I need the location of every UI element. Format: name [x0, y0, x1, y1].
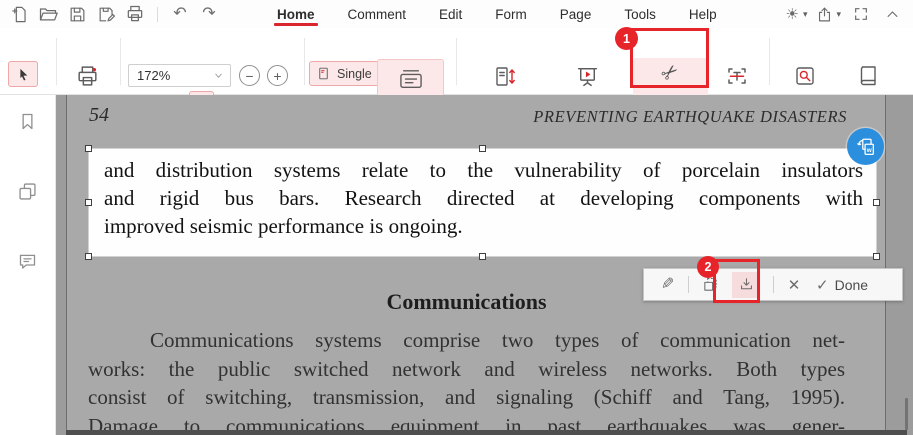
redo-icon[interactable]: ↷	[198, 3, 220, 25]
print-quick-icon[interactable]	[124, 3, 146, 25]
zoom-out-button[interactable]: −	[239, 65, 260, 86]
tab-page[interactable]: Page	[557, 0, 595, 28]
selection-handle-middle-left[interactable]	[85, 198, 92, 206]
document-paragraph: Communications systems comprise two type…	[88, 328, 845, 435]
comments-panel-icon[interactable]	[17, 251, 38, 272]
save-icon[interactable]	[66, 3, 88, 25]
find-icon	[793, 64, 817, 88]
save-as-icon[interactable]	[95, 3, 117, 25]
done-button[interactable]: ✓ Done	[816, 276, 868, 294]
document-body: 54 PREVENTING EARTHQUAKE DISASTERS and d…	[0, 95, 913, 435]
screenshot-selection-area[interactable]: and distribution systems relate to the v…	[85, 145, 880, 260]
slide-show-icon	[575, 64, 600, 89]
divider	[688, 276, 689, 293]
page-number: 54	[89, 104, 109, 126]
annotation-rect-save	[713, 259, 760, 303]
chevron-down-icon	[213, 70, 230, 81]
caret-down-icon: ▾	[836, 8, 841, 19]
snapshot-toolbar: ✎ ✕ ✓ Done	[643, 268, 903, 301]
tab-edit[interactable]: Edit	[436, 0, 465, 28]
selection-handle-top-left[interactable]	[85, 145, 92, 152]
edit-annotation-icon[interactable]: ✎	[658, 276, 678, 293]
divider	[304, 38, 305, 85]
single-page-icon	[316, 65, 331, 82]
divider	[769, 38, 770, 85]
selection-handle-bottom-left[interactable]	[85, 253, 92, 260]
tab-form[interactable]: Form	[492, 0, 530, 28]
menu-bar: ↶ ↷ Home Comment Edit Form Page Tools He…	[0, 0, 913, 28]
caret-down-icon: ▾	[802, 8, 808, 19]
divider	[56, 38, 57, 85]
ocr-icon	[725, 64, 749, 88]
done-label: Done	[834, 276, 869, 293]
zoom-in-button[interactable]: +	[267, 65, 288, 86]
print-icon	[75, 64, 100, 89]
cancel-snapshot-icon[interactable]: ✕	[784, 276, 804, 294]
single-page-view-button[interactable]: Single	[309, 61, 379, 86]
continuous-icon	[396, 68, 426, 90]
selection-handle-top-middle[interactable]	[478, 145, 486, 152]
quick-access-toolbar: ↶ ↷	[8, 0, 220, 28]
page-bottom-edge	[66, 430, 907, 435]
open-file-icon[interactable]	[37, 3, 59, 25]
document-viewer[interactable]: 54 PREVENTING EARTHQUAKE DISASTERS and d…	[56, 95, 913, 435]
collapse-ribbon-icon[interactable]	[881, 3, 903, 25]
convert-to-word-fab[interactable]: w	[847, 128, 884, 165]
divider	[456, 38, 457, 85]
divider	[773, 276, 774, 293]
check-icon: ✓	[816, 276, 829, 294]
menu-tabs: Home Comment Edit Form Page Tools Help	[274, 0, 720, 28]
ribbon-toolbar: Print 172% − + 1:1 ↻ ↺ Single	[0, 28, 913, 119]
bookmarks-panel-icon[interactable]	[17, 111, 38, 132]
selection-handle-middle-right[interactable]	[873, 198, 880, 206]
new-file-icon[interactable]	[8, 3, 30, 25]
annotation-rect-screenshot	[630, 28, 709, 88]
tab-help[interactable]: Help	[686, 0, 720, 28]
selection-handle-bottom-middle[interactable]	[478, 253, 486, 260]
share-icon[interactable]: ▾	[816, 3, 841, 25]
zoom-level-value: 172%	[137, 68, 171, 83]
svg-text:w: w	[865, 146, 871, 153]
divider	[157, 6, 158, 22]
annotation-badge-2: 2	[697, 256, 719, 278]
convert-document-icon: w	[855, 136, 877, 158]
selection-handle-bottom-right[interactable]	[873, 253, 880, 260]
zoom-level-select[interactable]: 172%	[128, 64, 231, 87]
undo-icon[interactable]: ↶	[169, 3, 191, 25]
tab-comment[interactable]: Comment	[345, 0, 410, 28]
vertical-scrollbar[interactable]	[905, 398, 908, 430]
pdf-reader-window: ↶ ↷ Home Comment Edit Form Page Tools He…	[0, 0, 913, 435]
annotation-badge-1: 1	[615, 27, 638, 50]
theme-icon[interactable]: ☀ ▾	[785, 3, 807, 25]
menubar-right-controls: ☀ ▾ ▾	[785, 0, 903, 28]
navigation-sidebar	[0, 95, 56, 435]
user-guide-icon	[856, 64, 880, 88]
tab-tools[interactable]: Tools	[621, 0, 659, 28]
running-header: PREVENTING EARTHQUAKE DISASTERS	[533, 107, 847, 126]
fullscreen-icon[interactable]	[850, 3, 872, 25]
select-tool-button[interactable]	[8, 61, 38, 87]
single-label: Single	[337, 66, 372, 81]
selected-text: and distribution systems relate to the v…	[104, 158, 863, 238]
auto-scroll-icon	[493, 64, 517, 89]
divider	[120, 38, 121, 85]
pages-panel-icon[interactable]	[17, 181, 38, 202]
tab-home[interactable]: Home	[274, 0, 318, 28]
